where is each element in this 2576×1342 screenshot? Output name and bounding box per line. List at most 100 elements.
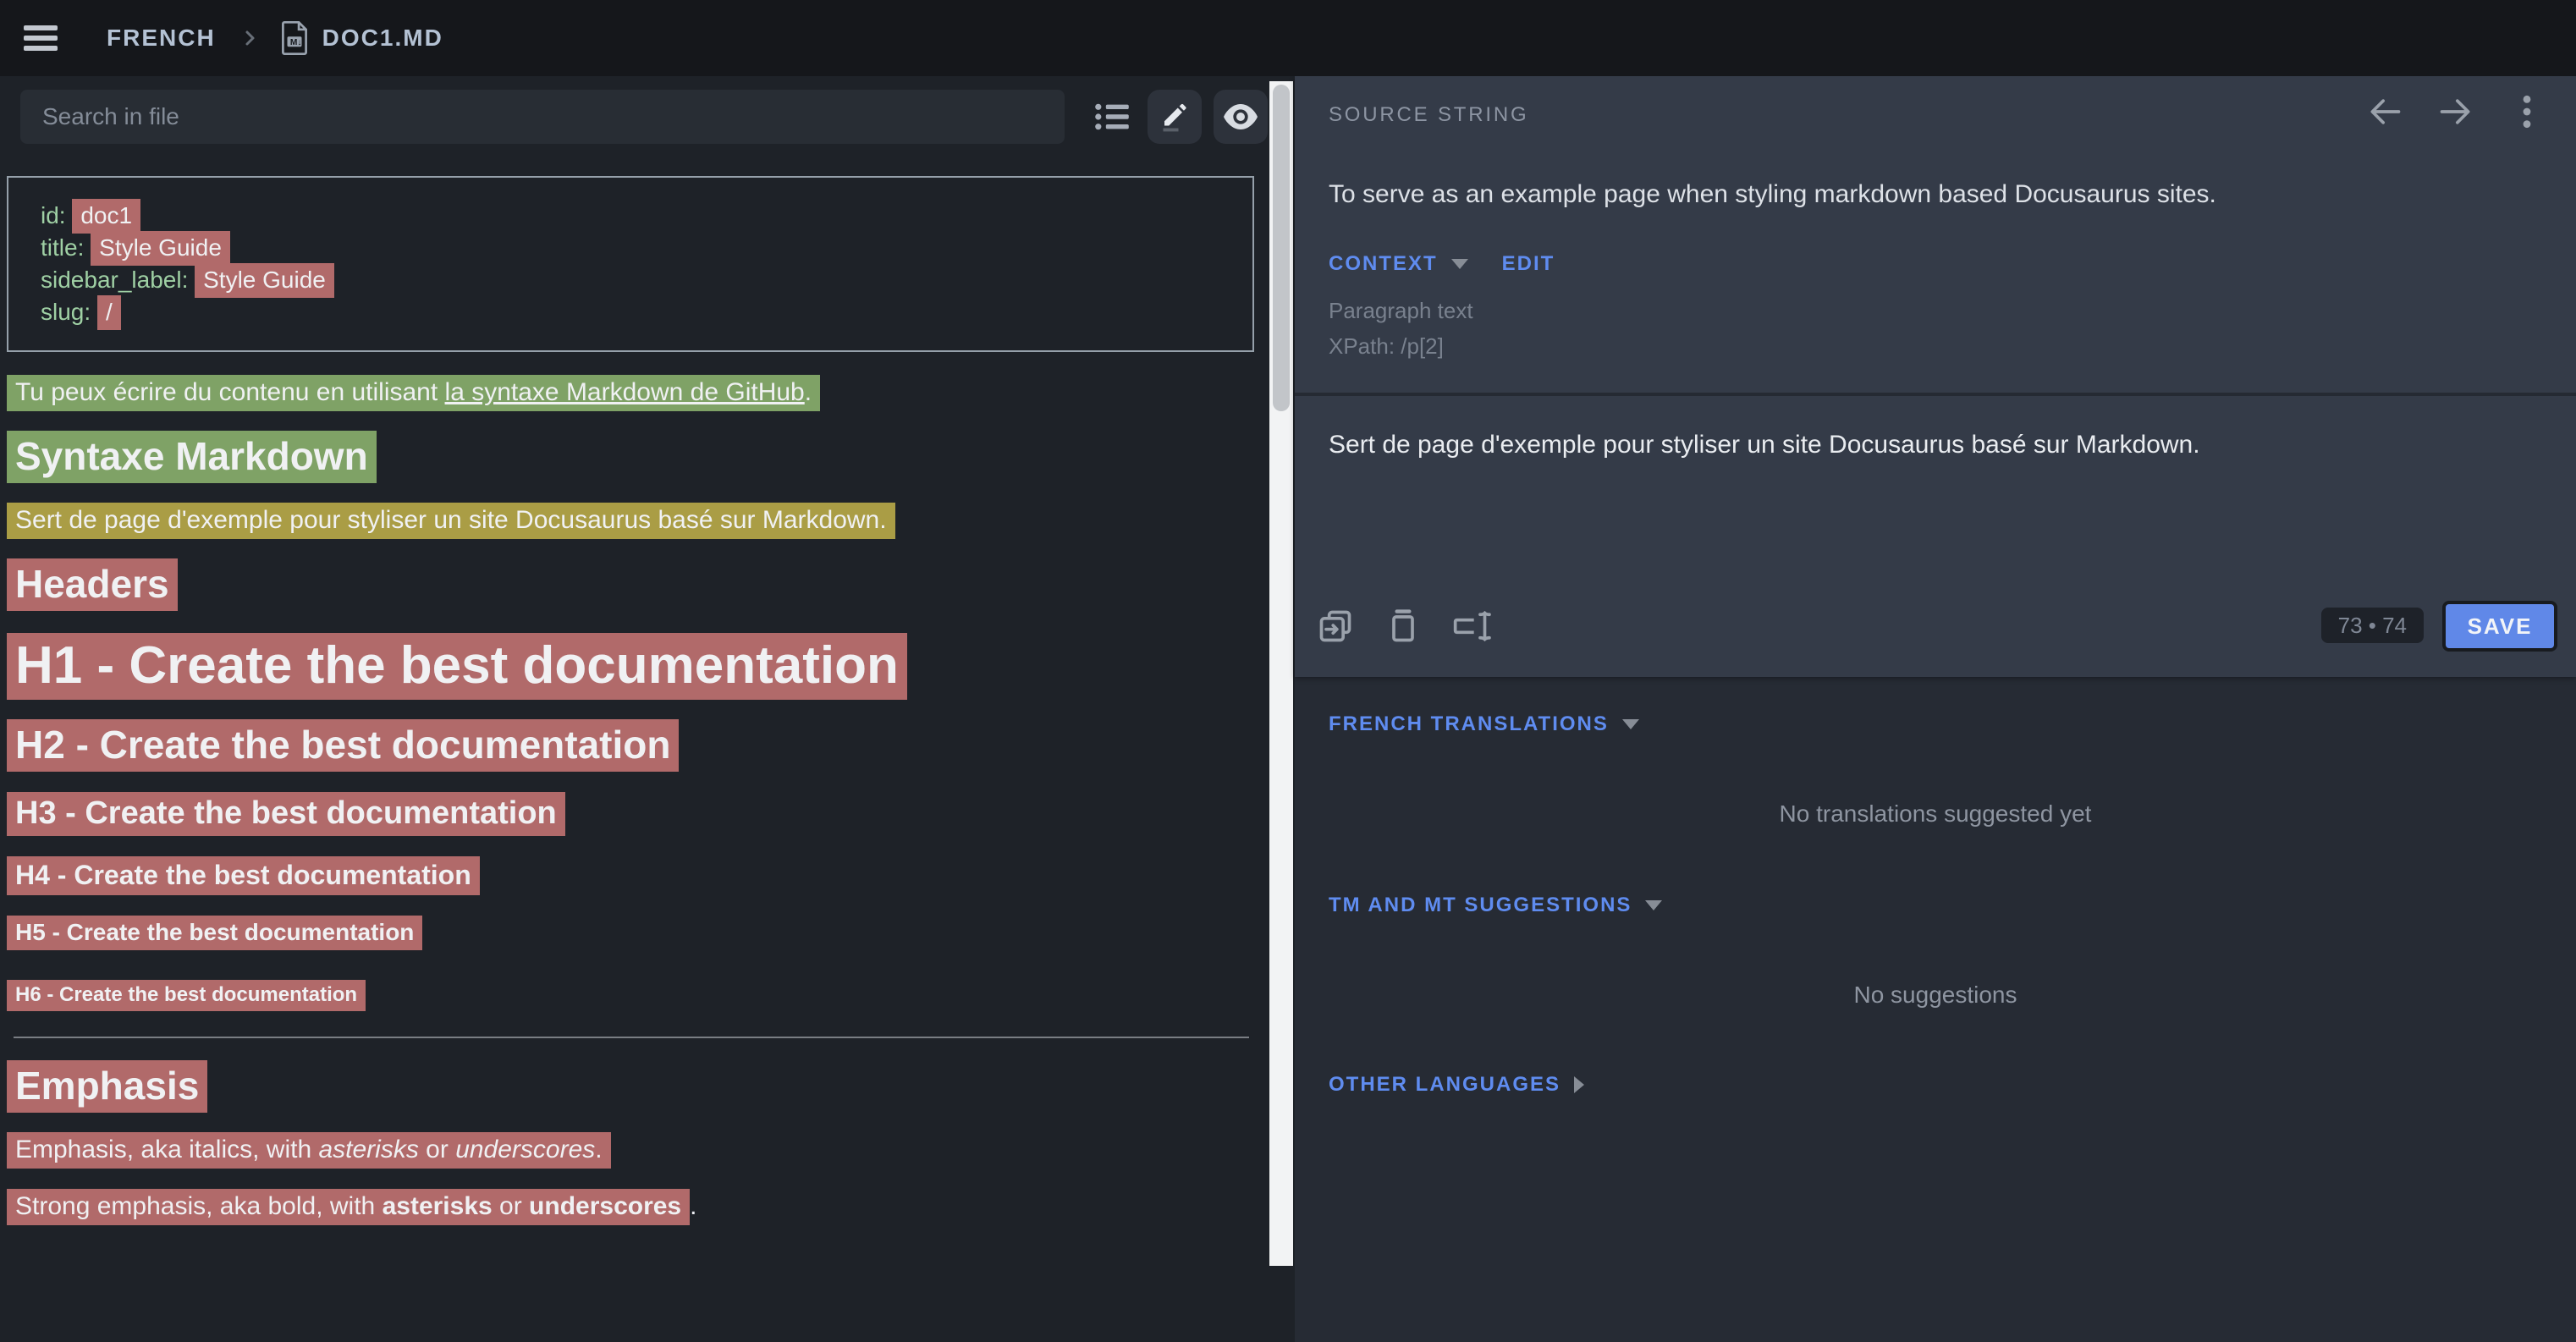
kebab-menu-icon (2522, 93, 2532, 130)
text-field-cursor-icon (1450, 608, 1491, 645)
svg-text:M↓: M↓ (290, 38, 302, 47)
list-icon (1093, 102, 1131, 132)
translation-editor[interactable]: Sert de page d'exemple pour styliser un … (1329, 428, 2513, 462)
markdown-file-icon: M↓ (280, 20, 309, 56)
doc-block-h4: H4 - Create the best documentation (7, 858, 1269, 892)
previous-string-button[interactable] (2363, 90, 2407, 134)
breadcrumb-file[interactable]: DOC1.MD (322, 25, 443, 52)
insert-placeholder-button[interactable] (1450, 606, 1491, 646)
inline-italic: asterisks (318, 1136, 418, 1163)
translatable-string[interactable]: Headers (7, 558, 178, 611)
pencil-icon (1159, 102, 1190, 132)
translation-panel: SOURCE STRING To serve as an example pag… (1295, 76, 2576, 1342)
next-string-button[interactable] (2434, 90, 2478, 134)
translatable-string[interactable]: Emphasis (7, 1060, 207, 1113)
translatable-string[interactable]: H2 - Create the best documentation (7, 719, 679, 772)
inline-bold: underscores (529, 1192, 681, 1220)
trash-icon (1388, 608, 1418, 645)
more-options-button[interactable] (2505, 90, 2549, 134)
character-count-badge: 73 • 74 (2321, 608, 2424, 643)
save-button[interactable]: SAVE (2442, 601, 2557, 652)
inline-bold: asterisks (383, 1192, 493, 1220)
doc-block-p: Emphasis, aka italics, with asterisks or… (7, 1133, 1269, 1166)
inline-italic: underscores (455, 1136, 595, 1163)
section-label[interactable]: OTHER LANGUAGES (1329, 1073, 1560, 1097)
edit-context-button[interactable]: EDIT (1502, 252, 1555, 276)
top-bar: FRENCH M↓ DOC1.MD (0, 0, 2576, 76)
translatable-string[interactable]: Tu peux écrire du contenu en utilisant l… (7, 375, 820, 411)
inline-text: Tu peux écrire du contenu en utilisant (15, 378, 445, 406)
frontmatter-box: id: doc1title: Style Guidesidebar_label:… (7, 176, 1254, 352)
context-toggle[interactable]: CONTEXT (1329, 252, 1438, 276)
chevron-down-icon (1622, 719, 1639, 729)
context-type: Paragraph text (1329, 298, 1473, 324)
suggestions-empty-state: No suggestions (1295, 982, 2576, 1009)
section-label[interactable]: TM AND MT SUGGESTIONS (1329, 894, 1632, 917)
section-french-translations[interactable]: FRENCH TRANSLATIONS (1329, 712, 1639, 736)
edit-mode-button[interactable] (1148, 90, 1202, 144)
context-row: CONTEXT EDIT (1329, 252, 1555, 276)
source-text: To serve as an example page when styling… (1329, 178, 2513, 212)
preview-mode-button[interactable] (1214, 90, 1268, 144)
doc-block-p: Strong emphasis, aka bold, with asterisk… (7, 1190, 1269, 1223)
inline-link: la syntaxe Markdown de GitHub (445, 378, 805, 406)
card-title: SOURCE STRING (1329, 103, 1528, 127)
translatable-string[interactable]: Emphasis, aka italics, with asterisks or… (7, 1132, 611, 1169)
frontmatter-line: slug: / (41, 296, 1252, 328)
translations-empty-state: No translations suggested yet (1295, 800, 2576, 828)
translatable-string[interactable]: H4 - Create the best documentation (7, 856, 480, 895)
chevron-down-icon (1645, 900, 1662, 910)
list-view-button[interactable] (1085, 90, 1139, 144)
translatable-string[interactable]: H6 - Create the best documentation (7, 980, 366, 1011)
section-tm-mt-suggestions[interactable]: TM AND MT SUGGESTIONS (1329, 894, 1662, 917)
translatable-string[interactable]: H3 - Create the best documentation (7, 792, 565, 836)
source-string-card: SOURCE STRING To serve as an example pag… (1295, 76, 2576, 677)
doc-block-h5: H5 - Create the best documentation (7, 916, 1269, 948)
section-label[interactable]: FRENCH TRANSLATIONS (1329, 712, 1609, 736)
translatable-string[interactable]: Syntaxe Markdown (7, 431, 377, 483)
insert-source-button[interactable] (1315, 606, 1356, 646)
document-blocks: Tu peux écrire du contenu en utilisant l… (7, 376, 1269, 1223)
doc-block-p: Sert de page d'exemple pour styliser un … (7, 503, 1269, 536)
chevron-down-icon (1451, 259, 1468, 269)
translatable-string[interactable]: Strong emphasis, aka bold, with asterisk… (7, 1189, 690, 1225)
hamburger-menu-icon[interactable] (24, 25, 58, 51)
search-input[interactable] (20, 90, 1065, 144)
frontmatter-value-string[interactable]: doc1 (72, 199, 140, 234)
arrow-left-icon (2366, 93, 2403, 130)
inline-text: Strong emphasis, aka bold, with (15, 1192, 383, 1220)
frontmatter-line: id: doc1 (41, 200, 1252, 232)
translatable-string[interactable]: Sert de page d'exemple pour styliser un … (7, 503, 895, 539)
translatable-string[interactable]: H1 - Create the best documentation (7, 633, 907, 700)
frontmatter-line: title: Style Guide (41, 232, 1252, 264)
doc-block-h2: H2 - Create the best documentation (7, 721, 1269, 768)
arrow-right-icon (2437, 93, 2474, 130)
chevron-right-icon (1574, 1076, 1584, 1093)
doc-block-h2: Headers (7, 560, 1269, 608)
breadcrumb-project[interactable]: FRENCH (107, 25, 216, 52)
frontmatter-value-string[interactable]: / (97, 295, 121, 330)
frontmatter-value-string[interactable]: Style Guide (91, 231, 230, 266)
scrollbar-thumb[interactable] (1273, 85, 1290, 411)
translatable-string[interactable]: H5 - Create the best documentation (7, 916, 422, 950)
document-preview: id: doc1title: Style Guidesidebar_label:… (0, 157, 1269, 1342)
translation-tool-app: { "colors": { "accent_blue": "#5f8cf0", … (0, 0, 2576, 1342)
vertical-scrollbar[interactable] (1269, 81, 1293, 1266)
editor-toolbar: 73 • 74 SAVE (1295, 599, 2576, 660)
doc-block-h2: Emphasis (7, 1062, 1269, 1109)
doc-block-h1: H1 - Create the best documentation (7, 635, 1269, 697)
context-xpath: XPath: /p[2] (1329, 333, 1444, 360)
doc-block-h2: Syntaxe Markdown (7, 432, 1269, 480)
doc-block-p: Tu peux écrire du contenu en utilisant l… (7, 376, 1269, 409)
trailing-text: . (690, 1192, 696, 1220)
doc-block-h6: H6 - Create the best documentation (7, 976, 1269, 1008)
delete-translation-button[interactable] (1383, 606, 1423, 646)
breadcrumb-chevron-icon (239, 28, 260, 48)
frontmatter-line: sidebar_label: Style Guide (41, 264, 1252, 296)
frontmatter-value-string[interactable]: Style Guide (195, 263, 334, 298)
inline-text: or (493, 1192, 529, 1220)
inline-text: or (419, 1136, 455, 1163)
frontmatter-key: sidebar_label: (41, 267, 195, 293)
frontmatter-key: slug: (41, 299, 97, 325)
section-other-languages[interactable]: OTHER LANGUAGES (1329, 1073, 1584, 1097)
